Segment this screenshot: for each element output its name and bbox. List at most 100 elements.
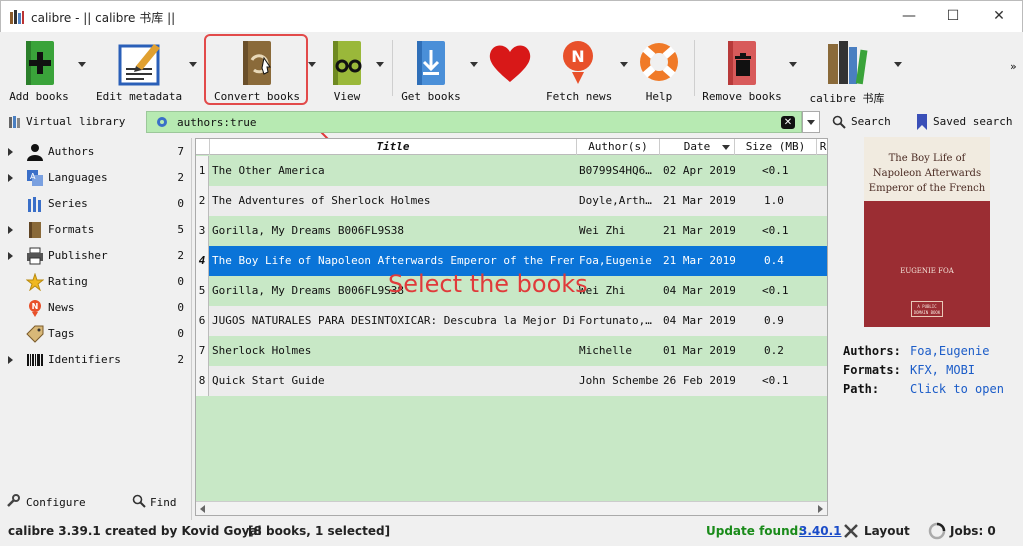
column-header-date[interactable]: Date xyxy=(660,139,735,155)
window-title: calibre - || calibre 书库 || xyxy=(31,11,176,25)
tag-label: News xyxy=(48,301,75,314)
formats-link[interactable]: KFX, MOBI xyxy=(910,363,975,377)
wrench-icon xyxy=(7,494,20,507)
scroll-left-icon[interactable] xyxy=(200,505,205,513)
virtual-library-label: Virtual library xyxy=(26,115,126,128)
tag-category-identifiers[interactable]: Identifiers 2 xyxy=(0,347,190,373)
row-number-header xyxy=(196,139,210,155)
tag-label: Languages xyxy=(48,171,108,184)
spinner-icon xyxy=(928,522,946,540)
get-books-button[interactable]: Get books xyxy=(398,36,464,104)
search-input[interactable]: authors:true ✕ xyxy=(146,111,802,133)
book-size: 0.4 xyxy=(764,254,784,267)
book-author: Fortunato,… xyxy=(579,314,652,327)
toolbar-separator xyxy=(392,40,393,96)
tag-category-news[interactable]: N News 0 xyxy=(0,295,190,321)
help-button[interactable]: Help xyxy=(634,36,684,104)
book-details-panel: Authors: Foa,Eugenie Formats: KFX, MOBI Pa… xyxy=(843,342,1004,399)
books-count-text: [8 books, 1 selected] xyxy=(248,524,391,538)
tag-category-languages[interactable]: A Languages 2 xyxy=(0,165,190,191)
tag-count: 2 xyxy=(177,249,184,262)
svg-text:N: N xyxy=(571,47,584,66)
date-header-label: Date xyxy=(683,140,711,153)
add-books-button[interactable]: Add books xyxy=(4,36,74,104)
scroll-right-icon[interactable] xyxy=(818,505,823,513)
clear-search-icon[interactable]: ✕ xyxy=(781,116,795,129)
library-dropdown[interactable] xyxy=(894,62,902,67)
view-dropdown[interactable] xyxy=(376,62,384,67)
edit-metadata-button[interactable]: Edit metadata xyxy=(96,36,182,104)
remove-books-dropdown[interactable] xyxy=(789,62,797,67)
edit-metadata-dropdown[interactable] xyxy=(189,62,197,67)
tag-category-publisher[interactable]: Publisher 2 xyxy=(0,243,190,269)
book-author: Michelle xyxy=(579,344,632,357)
donate-heart-button[interactable] xyxy=(484,36,536,104)
get-books-dropdown[interactable] xyxy=(470,62,478,67)
search-history-dropdown[interactable] xyxy=(802,111,820,133)
library-button[interactable]: calibre 书库 xyxy=(806,36,888,105)
close-button[interactable]: ✕ xyxy=(977,5,1021,29)
update-label: Update found: xyxy=(706,524,804,538)
tag-category-tags[interactable]: Tags 0 xyxy=(0,321,190,347)
remove-books-label: Remove books xyxy=(702,90,782,103)
book-date: 21 Mar 2019 xyxy=(663,194,735,207)
tag-label: Identifiers xyxy=(48,353,121,366)
tag-category-formats[interactable]: Formats 5 xyxy=(0,217,190,243)
book-author: Doyle,Arth… xyxy=(579,194,652,207)
tools-icon xyxy=(844,524,858,538)
row-number: 7 xyxy=(196,336,209,366)
path-link[interactable]: Click to open xyxy=(910,382,1004,396)
column-header-authors[interactable]: Author(s) xyxy=(577,139,660,155)
book-size: 1.0 xyxy=(764,194,784,207)
authors-link[interactable]: Foa,Eugenie xyxy=(910,344,989,358)
update-version-link[interactable]: 3.40.1 xyxy=(799,524,842,538)
person-icon xyxy=(27,144,43,161)
expand-arrow-icon[interactable] xyxy=(8,148,13,156)
saved-search-label: Saved search xyxy=(933,115,1013,128)
formats-label: Formats: xyxy=(843,363,901,377)
table-row[interactable]: 7 Sherlock Holmes Michelle 01 Mar 2019 0… xyxy=(196,336,827,366)
table-row[interactable]: 6 JUGOS NATURALES PARA DESINTOXICAR: Des… xyxy=(196,306,827,336)
column-header-title[interactable]: Title xyxy=(210,139,577,155)
expand-arrow-icon[interactable] xyxy=(8,226,13,234)
tag-category-authors[interactable]: Authors 7 xyxy=(0,139,190,165)
printer-icon xyxy=(27,247,43,265)
jobs-label: Jobs: 0 xyxy=(950,524,996,538)
book-list-table: Title Author(s) Date Size (MB) R 1 The O… xyxy=(195,138,828,516)
maximize-button[interactable]: ☐ xyxy=(931,5,975,29)
edit-metadata-icon xyxy=(118,44,160,86)
row-number: 5 xyxy=(196,276,209,306)
expand-arrow-icon[interactable] xyxy=(8,174,13,182)
table-row[interactable]: 1 The Other America B0799S4HQ6… 02 Apr 2… xyxy=(196,156,827,186)
table-row[interactable]: 8 Quick Start Guide John Schember 26 Feb… xyxy=(196,366,827,396)
book-author: John Schember xyxy=(579,374,659,387)
gear-icon xyxy=(157,117,167,127)
remove-books-button[interactable]: Remove books xyxy=(702,36,782,104)
fetch-news-dropdown[interactable] xyxy=(620,62,628,67)
expand-arrow-icon[interactable] xyxy=(8,252,13,260)
tag-count: 0 xyxy=(177,197,184,210)
languages-icon: A xyxy=(27,170,43,186)
table-row[interactable]: 2 The Adventures of Sherlock Holmes Doyl… xyxy=(196,186,827,216)
book-cover[interactable]: The Boy Life of Napoleon Afterwards Empe… xyxy=(864,137,990,327)
get-books-label: Get books xyxy=(401,90,461,103)
book-date: 21 Mar 2019 xyxy=(663,254,735,267)
view-button[interactable]: View xyxy=(322,36,372,104)
minimize-button[interactable]: — xyxy=(887,5,931,29)
tag-count: 5 xyxy=(177,223,184,236)
tag-category-rating[interactable]: Rating 0 xyxy=(0,269,190,295)
column-header-rating[interactable]: R xyxy=(817,139,827,155)
fetch-news-button[interactable]: N Fetch news xyxy=(546,36,612,104)
column-header-size[interactable]: Size (MB) xyxy=(735,139,817,155)
tag-count: 0 xyxy=(177,327,184,340)
add-books-dropdown[interactable] xyxy=(78,62,86,67)
table-row[interactable]: 3 Gorilla, My Dreams B006FL9S38 Wei Zhi … xyxy=(196,216,827,246)
horizontal-scrollbar[interactable] xyxy=(196,501,827,515)
expand-arrow-icon[interactable] xyxy=(8,356,13,364)
tag-label: Publisher xyxy=(48,249,108,262)
tag-count: 2 xyxy=(177,171,184,184)
toolbar-overflow-button[interactable]: » xyxy=(1010,60,1017,73)
tag-category-series[interactable]: Series 0 xyxy=(0,191,190,217)
convert-books-dropdown[interactable] xyxy=(308,62,316,67)
view-book-icon xyxy=(333,41,362,85)
